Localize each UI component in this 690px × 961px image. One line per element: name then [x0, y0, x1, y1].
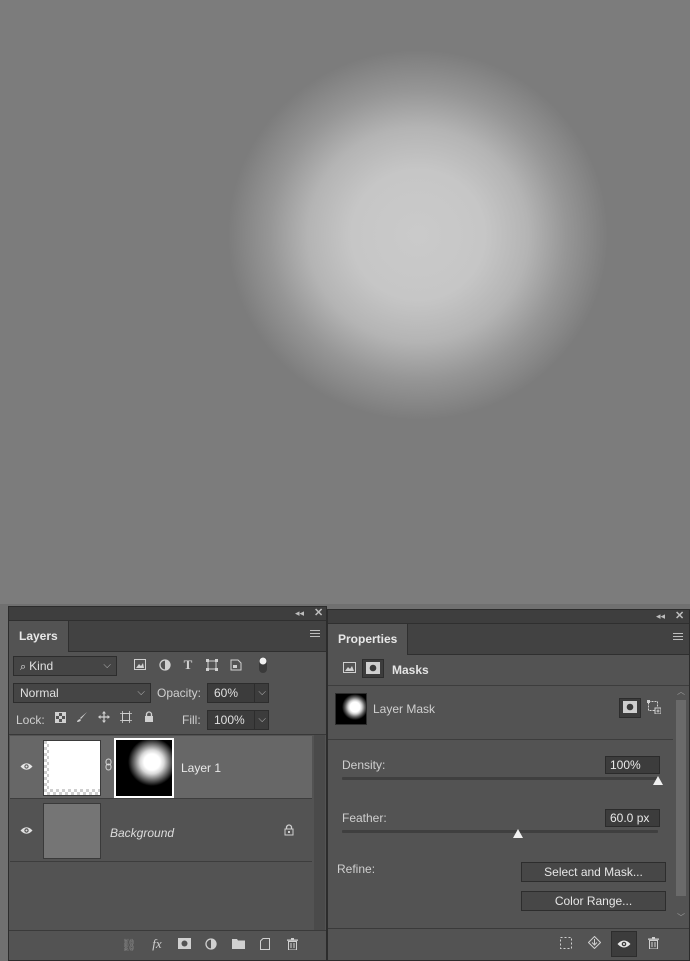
- chevron-down-icon[interactable]: ⌵: [254, 711, 266, 729]
- density-slider-thumb[interactable]: [653, 776, 663, 785]
- type-filter-icon[interactable]: T: [181, 658, 195, 672]
- properties-tabbar: Properties: [328, 624, 689, 655]
- lock-transparency-icon[interactable]: [53, 712, 67, 726]
- disable-mask-eye-icon[interactable]: [611, 931, 637, 957]
- eye-visibility-icon[interactable]: [18, 760, 34, 774]
- pixel-mask-image-icon[interactable]: [342, 662, 356, 676]
- collapse-icon[interactable]: ◂◂: [656, 610, 665, 623]
- mask-type-label: Layer Mask: [373, 702, 436, 716]
- scroll-up-icon[interactable]: ︿: [675, 686, 687, 697]
- lock-label: Lock:: [16, 713, 45, 727]
- layer-mask-icon[interactable]: [362, 659, 384, 678]
- load-selection-icon[interactable]: [558, 937, 574, 952]
- filter-kind-dropdown[interactable]: ⌕ Kind ⌵: [13, 656, 117, 676]
- background-thumbnail[interactable]: [43, 803, 101, 859]
- trash-icon[interactable]: [284, 938, 300, 953]
- properties-scrollbar[interactable]: ︿ ﹀: [675, 686, 687, 928]
- lock-position-move-icon[interactable]: [97, 711, 111, 726]
- tab-properties[interactable]: Properties: [328, 624, 409, 655]
- layer-row-background[interactable]: Background: [10, 799, 312, 862]
- layers-tabbar: Layers: [9, 621, 326, 652]
- panel-menu-icon[interactable]: [673, 633, 683, 643]
- mask-link-icon[interactable]: [104, 758, 112, 777]
- eye-visibility-icon[interactable]: [18, 824, 34, 838]
- layer-mask-thumbnail[interactable]: [114, 738, 174, 798]
- masks-header: Masks: [328, 655, 689, 686]
- select-layer-mask-icon[interactable]: [619, 698, 641, 718]
- chevron-down-icon: ⌵: [137, 687, 145, 698]
- group-folder-icon[interactable]: [230, 938, 246, 952]
- density-field[interactable]: 100%: [605, 756, 660, 774]
- layer-thumbnail[interactable]: [43, 740, 101, 796]
- layer-row-layer-1[interactable]: Layer 1: [10, 736, 312, 799]
- scroll-down-icon[interactable]: ﹀: [675, 912, 687, 923]
- lock-icon: [283, 824, 295, 839]
- new-layer-icon[interactable]: [257, 938, 273, 953]
- properties-footer: [328, 928, 689, 961]
- select-and-mask-button[interactable]: Select and Mask...: [521, 862, 666, 882]
- layers-footer: ⛓ fx: [9, 930, 326, 961]
- feather-slider-thumb[interactable]: [513, 829, 523, 838]
- add-vector-mask-icon[interactable]: [646, 700, 662, 717]
- lock-artboard-icon[interactable]: [119, 711, 133, 726]
- apply-mask-icon[interactable]: [586, 935, 602, 952]
- smart-object-filter-icon[interactable]: [229, 659, 243, 674]
- divider: [328, 739, 673, 740]
- masks-title: Masks: [392, 663, 429, 677]
- close-icon[interactable]: ✕: [314, 607, 323, 620]
- opacity-label: Opacity:: [157, 686, 202, 700]
- shape-filter-icon[interactable]: [205, 659, 219, 674]
- add-mask-icon[interactable]: [176, 938, 192, 952]
- collapse-icon[interactable]: ◂◂: [295, 607, 304, 620]
- fill-label: Fill:: [182, 713, 201, 727]
- panel-menu-icon[interactable]: [310, 630, 320, 640]
- refine-label: Refine:: [337, 862, 376, 876]
- filter-toggle-icon[interactable]: [257, 656, 269, 677]
- layer-name[interactable]: Background: [110, 826, 174, 840]
- search-icon: ⌕: [20, 661, 27, 673]
- fill-field[interactable]: 100% ⌵: [207, 710, 269, 730]
- layers-panel-titlebar[interactable]: ◂◂ ✕: [9, 607, 326, 621]
- layer-name[interactable]: Layer 1: [181, 761, 221, 775]
- layers-scrollbar[interactable]: [314, 735, 325, 931]
- adjustment-layer-icon[interactable]: [203, 938, 219, 953]
- image-filter-icon[interactable]: [133, 659, 147, 673]
- fx-icon[interactable]: fx: [149, 937, 165, 951]
- layers-panel: ◂◂ ✕ Layers ⌕ Kind ⌵ T Normal ⌵ Opacity: …: [8, 606, 327, 961]
- close-icon[interactable]: ✕: [675, 610, 684, 623]
- chevron-down-icon[interactable]: ⌵: [254, 684, 266, 702]
- scroll-thumb[interactable]: [676, 700, 686, 896]
- chevron-down-icon: ⌵: [103, 660, 111, 671]
- tab-layers[interactable]: Layers: [9, 621, 69, 652]
- feather-label: Feather:: [342, 811, 387, 825]
- blend-mode-dropdown[interactable]: Normal ⌵: [13, 683, 151, 703]
- mask-preview-thumbnail: [335, 693, 367, 725]
- density-label: Density:: [342, 758, 386, 772]
- delete-mask-icon[interactable]: [645, 937, 661, 952]
- color-range-button[interactable]: Color Range...: [521, 891, 666, 911]
- feather-field[interactable]: 60.0 px: [605, 809, 660, 827]
- density-slider-track[interactable]: [342, 777, 658, 780]
- link-layers-icon[interactable]: ⛓: [121, 938, 137, 952]
- lock-all-icon[interactable]: [142, 711, 156, 726]
- adjustment-filter-icon[interactable]: [158, 659, 172, 674]
- layer-list: Layer 1 Background: [9, 734, 326, 931]
- properties-panel: ◂◂ ✕ Properties Masks Layer Mask Density…: [327, 609, 690, 961]
- document-canvas[interactable]: [0, 0, 690, 604]
- lock-pixels-brush-icon[interactable]: [75, 711, 89, 726]
- properties-panel-titlebar[interactable]: ◂◂ ✕: [328, 610, 689, 624]
- opacity-field[interactable]: 60% ⌵: [207, 683, 269, 703]
- feather-slider-track[interactable]: [342, 830, 658, 833]
